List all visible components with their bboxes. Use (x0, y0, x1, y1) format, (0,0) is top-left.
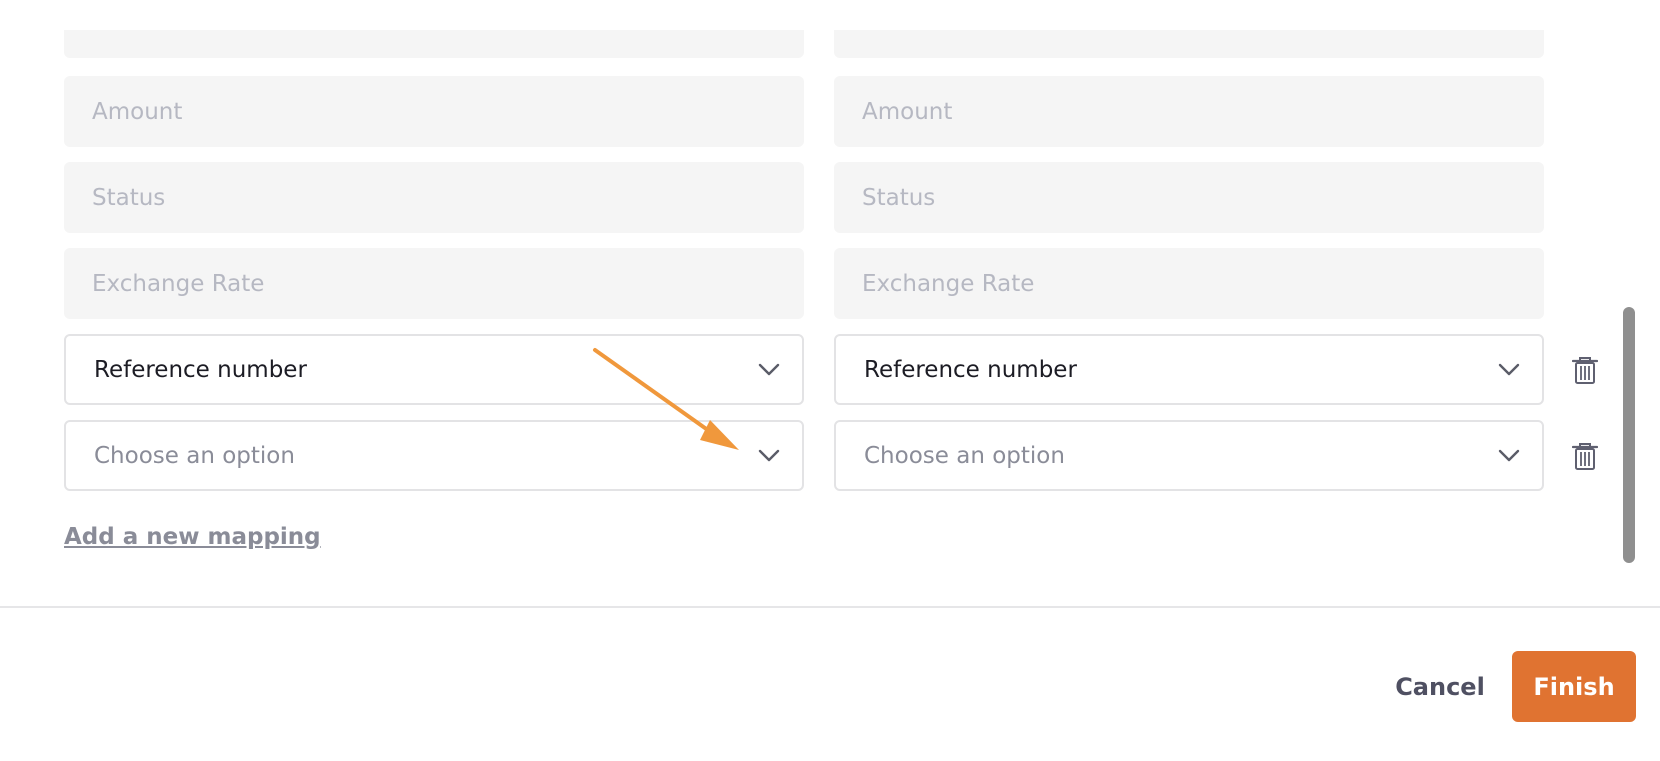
target-select-reference-number[interactable]: Reference number (834, 334, 1544, 405)
target-select-choose-option[interactable]: Choose an option (834, 420, 1544, 491)
field-cropped-left (64, 30, 804, 58)
footer-divider (0, 606, 1660, 608)
cancel-button[interactable]: Cancel (1385, 652, 1495, 722)
target-field-exchange-rate-label: Exchange Rate (862, 270, 1035, 297)
chevron-down-icon[interactable] (758, 363, 780, 377)
source-field-amount-label: Amount (92, 98, 183, 125)
source-select-choose-option[interactable]: Choose an option (64, 420, 804, 491)
source-field-exchange-rate-label: Exchange Rate (92, 270, 265, 297)
target-field-exchange-rate: Exchange Rate (834, 248, 1544, 319)
add-mapping-link[interactable]: Add a new mapping (64, 524, 321, 550)
target-field-amount-label: Amount (862, 98, 953, 125)
chevron-down-icon[interactable] (1498, 449, 1520, 463)
source-field-amount: Amount (64, 76, 804, 147)
target-field-status: Status (834, 162, 1544, 233)
trash-icon[interactable] (1572, 356, 1598, 384)
mapping-dialog: Amount Amount Status Status Exchange Rat… (0, 0, 1660, 761)
source-field-status-label: Status (92, 184, 166, 211)
finish-button[interactable]: Finish (1512, 651, 1636, 722)
scrollbar-thumb[interactable] (1623, 307, 1635, 563)
chevron-down-icon[interactable] (758, 449, 780, 463)
trash-icon[interactable] (1572, 442, 1598, 470)
target-select-placeholder: Choose an option (864, 442, 1065, 469)
source-field-exchange-rate: Exchange Rate (64, 248, 804, 319)
target-field-status-label: Status (862, 184, 936, 211)
chevron-down-icon[interactable] (1498, 363, 1520, 377)
target-select-value: Reference number (864, 356, 1077, 383)
source-field-status: Status (64, 162, 804, 233)
source-select-value: Reference number (94, 356, 307, 383)
source-select-placeholder: Choose an option (94, 442, 295, 469)
source-select-reference-number[interactable]: Reference number (64, 334, 804, 405)
target-field-amount: Amount (834, 76, 1544, 147)
field-cropped-right (834, 30, 1544, 58)
